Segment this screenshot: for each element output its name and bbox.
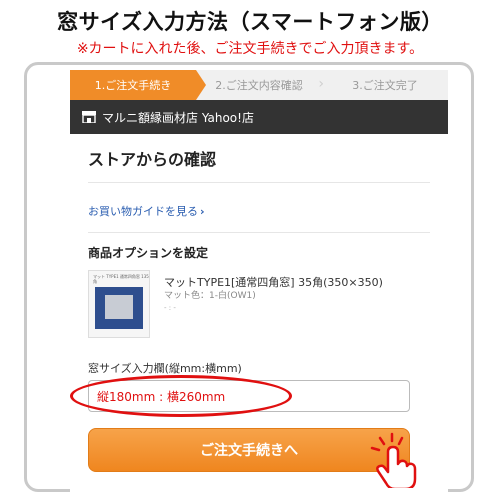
product-thumbnail: マット TYPE1 通常四角窓 135角 [88,270,150,338]
thumbnail-caption: マット TYPE1 通常四角窓 135角 [93,274,149,284]
step-order-confirm: 2.ご注文内容確認 › [215,76,324,92]
store-bar[interactable]: マルニ額縁画材店 Yahoo!店 [70,100,448,134]
tap-hand-icon [370,432,417,488]
store-icon [82,111,96,123]
divider [88,232,430,233]
page-title: 窓サイズ入力方法（スマートフォン版） [57,10,443,34]
mat-window [105,295,133,319]
step-order-complete: 3.ご注文完了 [352,79,418,92]
section-title: ストアからの確認 [88,150,217,169]
product-extra: - : - [164,304,176,312]
checkout-steps: 1.ご注文手続き 2.ご注文内容確認 › 3.ご注文完了 [70,70,448,100]
screen: 1.ご注文手続き 2.ご注文内容確認 › 3.ご注文完了 マルニ額縁画材店 Yah… [24,62,474,494]
proceed-order-button[interactable]: ご注文手続きへ [88,428,410,472]
divider [88,182,430,183]
option-title: 商品オプションを設定 [88,246,209,260]
window-size-input[interactable] [88,380,410,412]
shopping-guide-link[interactable]: お買い物ガイドを見る › [88,203,205,219]
store-name: マルニ額縁画材店 Yahoo!店 [102,110,254,125]
chevron-right-icon: › [200,205,205,218]
step-order-procedure: 1.ご注文手続き [70,70,206,100]
mat-image [95,287,143,329]
window-size-label: 窓サイズ入力欄(縦mm:横mm) [88,362,242,375]
instruction-note: ※カートに入れた後、ご注文手続きでご入力頂きます。 [76,41,424,57]
product-color: マット色：1-白(OW1) [164,291,256,301]
